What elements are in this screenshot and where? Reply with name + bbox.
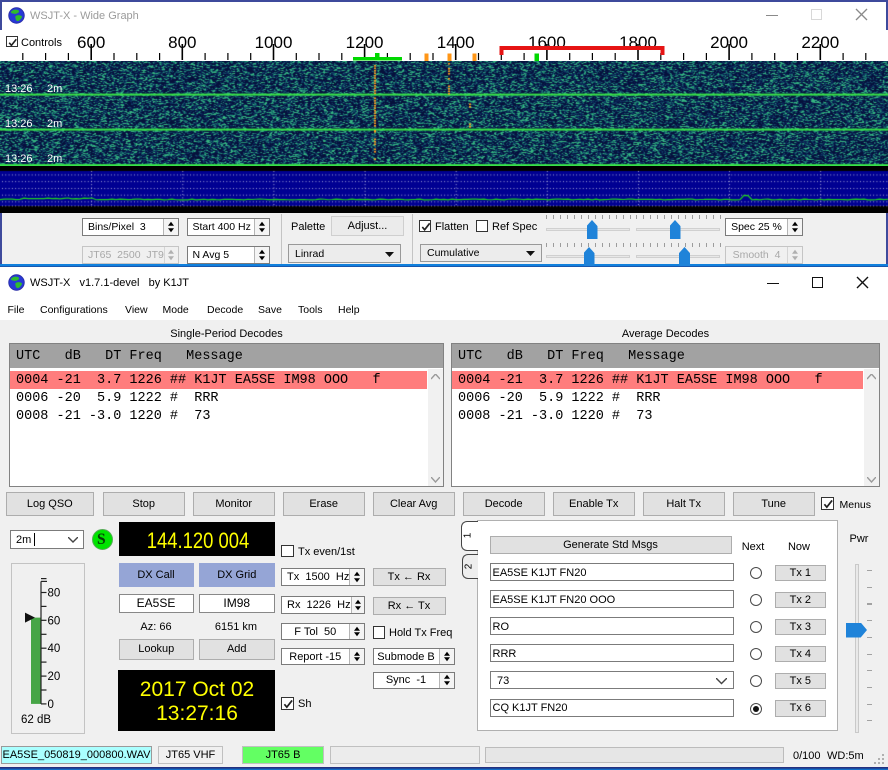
svg-text:20: 20 (48, 671, 61, 683)
svg-text:60: 60 (48, 615, 61, 627)
svg-text:80: 80 (48, 588, 61, 600)
svg-text:600: 600 (77, 33, 105, 52)
svg-text:2200: 2200 (801, 33, 839, 52)
svg-text:62 dB: 62 dB (21, 714, 51, 726)
svg-text:1200: 1200 (346, 33, 384, 52)
svg-text:40: 40 (48, 643, 61, 655)
svg-text:800: 800 (168, 33, 196, 52)
svg-text:1000: 1000 (255, 33, 293, 52)
svg-text:0: 0 (48, 699, 54, 711)
svg-text:2000: 2000 (710, 33, 748, 52)
svg-text:1400: 1400 (437, 33, 475, 52)
